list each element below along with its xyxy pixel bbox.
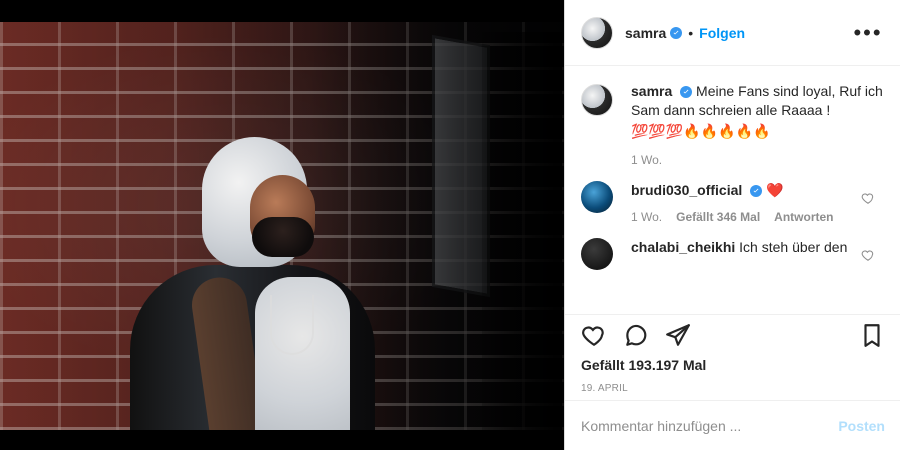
post-photo bbox=[0, 22, 564, 430]
beard bbox=[252, 217, 314, 257]
verified-badge-icon bbox=[670, 26, 683, 39]
person bbox=[120, 137, 380, 430]
comment-time[interactable]: 1 Wo. bbox=[631, 210, 662, 224]
caption-body: samra Meine Fans sind loyal, Ruf ich Sam… bbox=[631, 82, 885, 167]
comment-username[interactable]: brudi030_official bbox=[631, 182, 742, 198]
heart-outline-icon bbox=[861, 250, 874, 261]
post-sidebar: samra • Folgen ••• samra Meine Fans sind… bbox=[564, 0, 900, 450]
comment-line: brudi030_official ❤️ bbox=[631, 181, 861, 200]
reply-button[interactable]: Antworten bbox=[774, 210, 833, 224]
heart-icon bbox=[582, 326, 604, 347]
more-icon: ••• bbox=[853, 19, 883, 45]
likes-count[interactable]: Gefällt 193.197 Mal bbox=[581, 357, 885, 373]
comment-likes[interactable]: Gefällt 346 Mal bbox=[676, 210, 760, 224]
post-header: samra • Folgen ••• bbox=[565, 0, 900, 66]
comment-icon bbox=[626, 324, 647, 346]
comment-avatar[interactable] bbox=[581, 181, 613, 213]
comment-item: chalabi_cheikhi Ich steh über den bbox=[581, 238, 885, 270]
verified-badge-icon bbox=[680, 86, 693, 98]
comment-heart-emoji-icon: ❤️ bbox=[766, 182, 784, 198]
comment-body: brudi030_official ❤️ 1 Wo. Gefällt 346 M… bbox=[631, 181, 861, 224]
follow-button[interactable]: Folgen bbox=[699, 25, 745, 41]
comments-list[interactable]: samra Meine Fans sind loyal, Ruf ich Sam… bbox=[565, 66, 900, 314]
comment-button[interactable] bbox=[623, 322, 649, 348]
share-button[interactable] bbox=[665, 322, 691, 348]
like-button[interactable] bbox=[581, 322, 607, 348]
post-image-area bbox=[0, 0, 564, 450]
actions-area: Gefällt 193.197 Mal 19. APRIL bbox=[565, 314, 900, 400]
save-button[interactable] bbox=[859, 322, 885, 348]
heart-outline-icon bbox=[861, 193, 874, 204]
header-separator: • bbox=[688, 24, 694, 41]
comment-meta: 1 Wo. Gefällt 346 Mal Antworten bbox=[631, 210, 861, 224]
chain bbox=[270, 295, 314, 355]
caption-username[interactable]: samra bbox=[631, 83, 672, 99]
post-comment-button[interactable]: Posten bbox=[838, 418, 885, 434]
caption: samra Meine Fans sind loyal, Ruf ich Sam… bbox=[581, 82, 885, 167]
comment-like-button[interactable] bbox=[861, 191, 875, 205]
header-avatar[interactable] bbox=[581, 16, 613, 49]
caption-avatar[interactable] bbox=[581, 84, 613, 116]
caption-time[interactable]: 1 Wo. bbox=[631, 153, 885, 167]
comment-item: brudi030_official ❤️ 1 Wo. Gefällt 346 M… bbox=[581, 181, 885, 224]
caption-emojis: 💯💯💯🔥🔥🔥🔥🔥 bbox=[631, 123, 771, 139]
comment-username[interactable]: chalabi_cheikhi bbox=[631, 239, 735, 255]
post-date[interactable]: 19. APRIL bbox=[581, 383, 885, 394]
comment-input[interactable] bbox=[581, 417, 821, 434]
comment-text: Ich steh über den bbox=[739, 239, 848, 255]
comment-like-button[interactable] bbox=[861, 248, 875, 262]
verified-badge-icon bbox=[750, 185, 763, 197]
paper-plane-icon bbox=[666, 324, 690, 346]
header-username[interactable]: samra bbox=[625, 25, 666, 41]
comment-body: chalabi_cheikhi Ich steh über den bbox=[631, 238, 861, 257]
more-options-button[interactable]: ••• bbox=[852, 17, 884, 49]
comment-line: chalabi_cheikhi Ich steh über den bbox=[631, 238, 861, 257]
action-icons bbox=[581, 315, 885, 355]
bookmark-icon bbox=[864, 324, 880, 347]
comment-avatar[interactable] bbox=[581, 238, 613, 270]
caption-text-line: samra Meine Fans sind loyal, Ruf ich Sam… bbox=[631, 82, 885, 120]
add-comment-bar: Posten bbox=[565, 400, 900, 450]
